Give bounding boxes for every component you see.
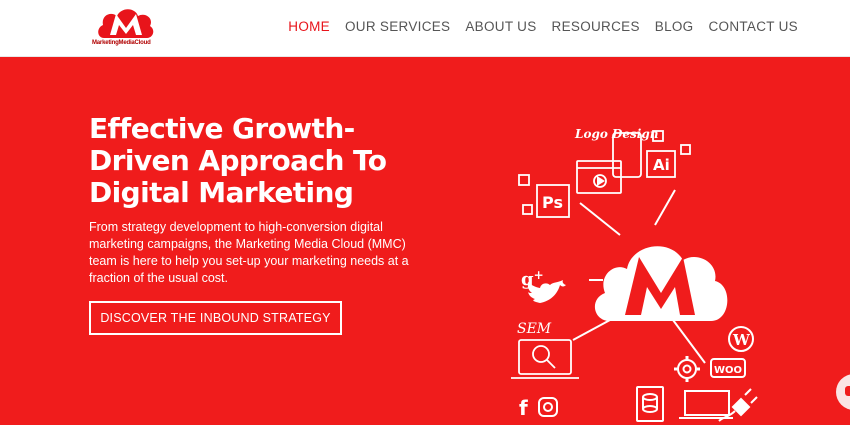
- logo-wordmark: MarketingMediaCloud: [92, 40, 151, 46]
- discover-inbound-strategy-button[interactable]: DISCOVER THE INBOUND STRATEGY: [89, 301, 342, 335]
- headline-line-2: Driven Approach To: [89, 144, 387, 177]
- hero-description: From strategy development to high-conver…: [89, 220, 409, 285]
- gear-icon: [674, 356, 700, 382]
- connector-line: [579, 202, 621, 236]
- plug-icon: [718, 388, 758, 422]
- wordpress-icon: W: [728, 326, 754, 352]
- nav-our-services[interactable]: OUR SERVICES: [345, 19, 450, 34]
- main-nav: HOME OUR SERVICES ABOUT US RESOURCES BLO…: [288, 19, 798, 34]
- sem-icon: SEM: [517, 321, 552, 337]
- logo-design-icon: Logo Design: [574, 127, 658, 141]
- connector-line: [572, 319, 611, 341]
- brand-logo[interactable]: MarketingMediaCloud: [92, 6, 162, 52]
- central-cloud-logo-icon: [594, 246, 728, 321]
- nav-blog[interactable]: BLOG: [655, 19, 694, 34]
- digital-marketing-illustration: Logo Design Ai Ps g+ SEM f W WOO: [511, 127, 758, 422]
- nav-resources[interactable]: RESOURCES: [552, 19, 640, 34]
- connector-line: [672, 319, 706, 364]
- instagram-icon: [538, 397, 558, 417]
- connector-line: [654, 189, 676, 226]
- woo-label: WOO: [714, 365, 742, 376]
- logo-design-label: Logo Design: [574, 127, 658, 141]
- sem-label: SEM: [517, 321, 552, 337]
- site-header: MarketingMediaCloud HOME OUR SERVICES AB…: [0, 0, 850, 57]
- ai-icon: Ai: [646, 130, 691, 178]
- nav-about-us[interactable]: ABOUT US: [465, 19, 536, 34]
- hero-section: Effective Growth- Driven Approach To Dig…: [0, 57, 850, 425]
- ai-label: Ai: [653, 156, 670, 174]
- headline-line-1: Effective Growth-: [89, 112, 355, 145]
- cloud-logo-icon: [98, 9, 154, 38]
- magnifier-icon: [532, 345, 550, 363]
- laptop-search-icon: [511, 339, 579, 379]
- chat-widget-button[interactable]: [836, 374, 850, 410]
- photoshop-icon: Ps: [518, 174, 570, 218]
- woocommerce-icon: WOO: [710, 358, 746, 378]
- svg-text:f: f: [519, 396, 528, 420]
- laptop-icon: [679, 390, 733, 419]
- ps-label: Ps: [542, 193, 563, 212]
- hero-headline: Effective Growth- Driven Approach To Dig…: [89, 113, 419, 209]
- nav-contact-us[interactable]: CONTACT US: [708, 19, 798, 34]
- headline-line-3: Digital Marketing: [89, 176, 354, 209]
- nav-home[interactable]: HOME: [288, 19, 330, 34]
- database-icon: [636, 386, 664, 422]
- facebook-icon: f: [519, 396, 528, 420]
- svg-text:W: W: [732, 331, 751, 349]
